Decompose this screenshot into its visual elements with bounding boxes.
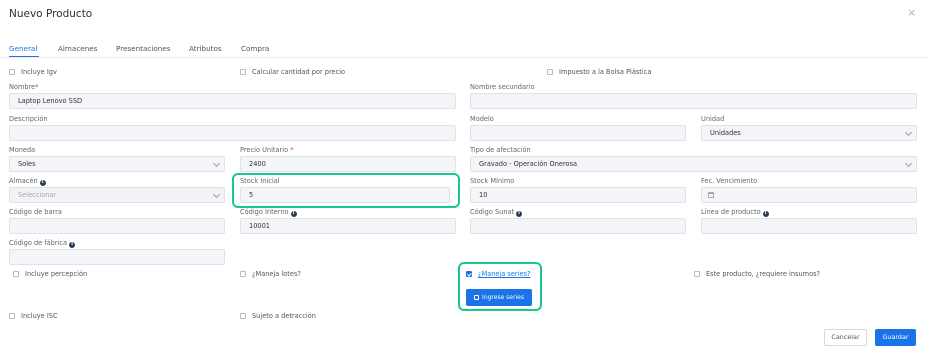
cancel-button[interactable]: Cancelar: [824, 329, 867, 346]
codigo-barra-label: Código de barra: [9, 208, 62, 216]
tipo-afectacion-select[interactable]: Gravado - Operación Onerosa: [470, 156, 917, 172]
tab-atributos[interactable]: Atributos: [189, 44, 222, 53]
chevron-down-icon: [904, 159, 913, 168]
incluye-igv-label: Incluye Igv: [21, 68, 57, 76]
modelo-label: Modelo: [470, 115, 494, 123]
nombre-input[interactable]: Laptop Lenovo SSD: [9, 93, 456, 109]
incluye-isc-checkbox[interactable]: Incluye ISC: [9, 312, 58, 320]
requiere-insumos-checkbox[interactable]: Este producto, ¿requiere insumos?: [694, 270, 820, 278]
codigo-interno-input[interactable]: 10001: [240, 218, 456, 234]
tipo-afectacion-label: Tipo de afectación: [470, 146, 531, 154]
codigo-fabrica-label: Código de fábrica i: [9, 239, 76, 248]
checkbox-icon: [547, 69, 553, 75]
stock-inicial-label: Stock Inicial: [240, 177, 280, 185]
checkbox-icon: [240, 271, 246, 277]
fec-vencimiento-input[interactable]: [701, 187, 917, 203]
moneda-value: Soles: [18, 160, 36, 168]
almacen-label: Almacén i: [9, 177, 46, 186]
checkbox-icon: [240, 313, 246, 319]
chevron-down-icon: [904, 128, 913, 137]
info-icon: i: [39, 180, 46, 186]
incluye-igv-checkbox[interactable]: Incluye Igv: [9, 68, 57, 76]
tab-almacenes[interactable]: Almacenes: [58, 44, 97, 53]
tabs-divider: [0, 57, 928, 58]
tab-general[interactable]: General: [9, 44, 37, 53]
tab-compra[interactable]: Compra: [241, 44, 269, 53]
tipo-afectacion-value: Gravado - Operación Onerosa: [479, 160, 578, 168]
sujeto-detraccion-label: Sujeto a detracción: [252, 312, 316, 320]
info-icon: i: [516, 211, 523, 217]
chevron-down-icon: [212, 159, 221, 168]
impuesto-bolsa-checkbox[interactable]: Impuesto a la Bolsa Plástica: [547, 68, 651, 76]
linea-producto-input[interactable]: [701, 218, 917, 234]
checkbox-icon: [694, 271, 700, 277]
info-icon: i: [762, 211, 769, 217]
info-icon: i: [69, 242, 76, 248]
calcular-cantidad-checkbox[interactable]: Calcular cantidad por precio: [240, 68, 345, 76]
fec-vencimiento-label: Fec. Vencimiento: [701, 177, 758, 185]
incluye-percepcion-checkbox[interactable]: Incluye percepción: [13, 270, 87, 278]
save-button[interactable]: Guardar: [875, 329, 916, 346]
codigo-sunat-label: Código Sunat i: [470, 208, 523, 217]
modelo-input[interactable]: [470, 125, 686, 141]
maneja-lotes-label: ¿Maneja lotes?: [252, 270, 301, 278]
stock-minimo-label: Stock Mínimo: [470, 177, 515, 185]
maneja-lotes-checkbox[interactable]: ¿Maneja lotes?: [240, 270, 301, 278]
checkbox-checked-icon: [466, 271, 472, 277]
incluye-percepcion-label: Incluye percepción: [25, 270, 88, 278]
checkbox-icon: [240, 69, 246, 75]
modal-title: Nuevo Producto: [9, 8, 93, 20]
maneja-series-checkbox[interactable]: ¿Maneja series?: [466, 270, 530, 278]
stock-inicial-input[interactable]: 5: [240, 187, 450, 203]
calcular-cantidad-label: Calcular cantidad por precio: [252, 68, 346, 76]
stock-minimo-input[interactable]: 10: [470, 187, 686, 203]
nombre-secundario-label: Nombre secundario: [470, 83, 535, 91]
codigo-interno-label: Código Interno i: [240, 208, 297, 217]
calendar-icon: [708, 192, 714, 198]
unidad-select[interactable]: Unidades: [701, 125, 917, 141]
precio-unitario-label: Precio Unitario *: [240, 146, 294, 154]
moneda-select[interactable]: Soles: [9, 156, 225, 172]
sujeto-detraccion-checkbox[interactable]: Sujeto a detracción: [240, 312, 316, 320]
ingrese-series-button[interactable]: Ingrese series: [466, 289, 532, 306]
tab-presentaciones[interactable]: Presentaciones: [116, 44, 170, 53]
close-icon[interactable]: ×: [907, 6, 916, 19]
nombre-secundario-input[interactable]: [470, 93, 917, 109]
precio-unitario-input[interactable]: 2400: [240, 156, 456, 172]
unidad-label: Unidad: [701, 115, 725, 123]
requiere-insumos-label: Este producto, ¿requiere insumos?: [706, 270, 821, 278]
chevron-down-icon: [212, 190, 221, 199]
codigo-barra-input[interactable]: [9, 218, 225, 234]
incluye-isc-label: Incluye ISC: [21, 312, 58, 320]
checkbox-icon: [9, 313, 15, 319]
nombre-label: Nombre*: [9, 83, 39, 91]
linea-producto-label: Línea de producto i: [701, 208, 769, 217]
checkbox-icon: [9, 69, 15, 75]
edit-icon: [474, 295, 480, 300]
maneja-series-label: ¿Maneja series?: [478, 270, 531, 278]
codigo-fabrica-input[interactable]: [9, 249, 225, 265]
descripcion-input[interactable]: [9, 125, 456, 141]
codigo-sunat-input[interactable]: [470, 218, 686, 234]
moneda-label: Moneda: [9, 146, 36, 154]
info-icon: i: [290, 211, 297, 217]
almacen-placeholder: Seleccionar: [18, 191, 57, 199]
impuesto-bolsa-label: Impuesto a la Bolsa Plástica: [559, 68, 652, 76]
almacen-select[interactable]: Seleccionar: [9, 187, 225, 203]
descripcion-label: Descripción: [9, 115, 48, 123]
unidad-value: Unidades: [710, 129, 741, 137]
checkbox-icon: [13, 271, 19, 277]
